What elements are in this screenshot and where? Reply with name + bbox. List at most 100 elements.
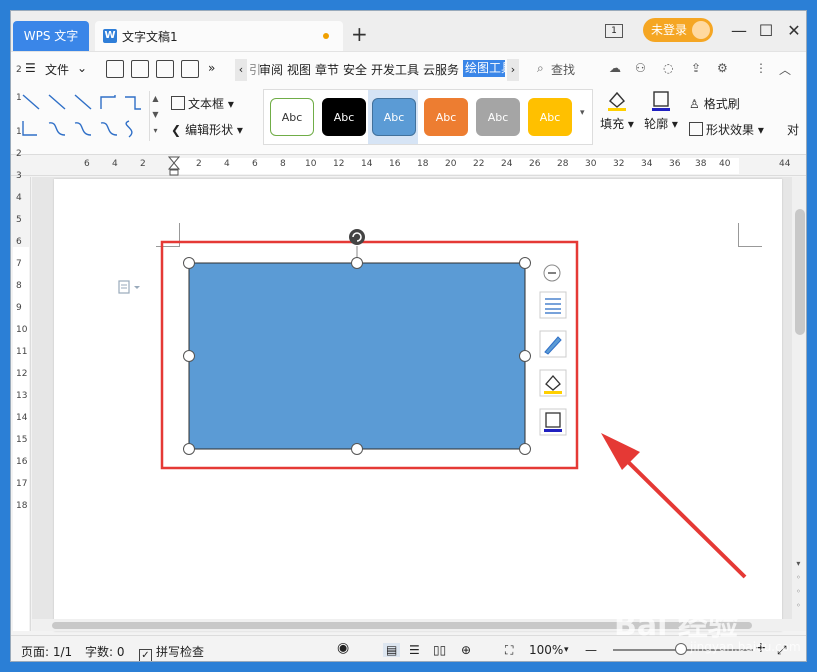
shape-effect-button[interactable]: 形状效果 ▾ xyxy=(689,121,764,138)
textbox-icon xyxy=(171,96,185,110)
file-dropdown-icon[interactable]: ⌄ xyxy=(77,61,87,75)
outline-view-icon[interactable]: ☰ xyxy=(409,643,420,657)
vertical-scroll-thumb[interactable] xyxy=(795,209,805,335)
zoom-level[interactable]: 100% xyxy=(529,643,563,657)
word-count[interactable]: 字数: 0 xyxy=(85,643,125,660)
baidu-jingyan-watermark: Bai 经验 jingyan.baidu.com xyxy=(614,600,804,660)
elbow-double-arrow-shape[interactable] xyxy=(22,121,37,136)
print-icon[interactable] xyxy=(156,60,174,78)
more-menu-icon[interactable]: ⋮ xyxy=(755,61,767,75)
more-quick-access[interactable]: » xyxy=(208,61,215,75)
ruler-tick-label: 18 xyxy=(417,159,429,169)
menu-chapter[interactable]: 章节 xyxy=(315,61,339,78)
collapse-ribbon-icon[interactable]: ︿ xyxy=(779,61,791,78)
format-painter-button[interactable]: ♙ 格式刷 xyxy=(689,95,740,112)
zoom-dropdown-icon[interactable]: ▾ xyxy=(564,645,569,655)
elbow-arrow-shape[interactable] xyxy=(125,96,141,110)
maximize-button[interactable]: ☐ xyxy=(756,21,776,41)
unsaved-dot-icon xyxy=(323,33,329,39)
close-button[interactable]: ✕ xyxy=(784,21,804,41)
vruler-tick-label: 5 xyxy=(16,215,22,225)
curved-double-arrow-shape[interactable] xyxy=(100,122,118,136)
settings-gear-icon[interactable]: ⚙ xyxy=(717,61,728,75)
line-shape[interactable] xyxy=(22,94,40,110)
menu-view[interactable]: 视图 xyxy=(287,61,311,78)
vruler-tick-label: 15 xyxy=(16,435,28,445)
styles-expand-icon[interactable]: ▾ xyxy=(580,108,585,118)
ruler-tick-label: 14 xyxy=(361,159,373,169)
menu-developer[interactable]: 开发工具 xyxy=(371,61,419,78)
fill-button[interactable]: 填充 ▾ xyxy=(597,89,637,132)
new-tab-button[interactable]: + xyxy=(351,24,368,44)
style-preset-2[interactable]: Abc xyxy=(322,98,366,136)
eye-protection-icon[interactable]: ◉ xyxy=(337,640,349,656)
zoom-out-button[interactable]: — xyxy=(585,643,597,657)
outline-label: 轮廓 xyxy=(644,117,669,131)
vertical-scrollbar[interactable]: ▾ ◦ ◦ ◦ xyxy=(792,177,806,631)
menu-review[interactable]: 审阅 xyxy=(259,61,283,78)
reading-view-icon[interactable]: ▯▯ xyxy=(433,643,446,657)
style-preset-1[interactable]: Abc xyxy=(270,98,314,136)
edit-shape-button[interactable]: ❮ 编辑形状 ▾ xyxy=(171,121,243,138)
page-view-icon[interactable]: ▤ xyxy=(383,643,401,657)
curved-connector-shape[interactable] xyxy=(48,122,66,136)
outline-icon xyxy=(652,91,670,111)
style-preset-6[interactable]: Abc xyxy=(528,98,572,136)
menu-scroll-right[interactable]: › xyxy=(507,59,519,81)
fit-page-icon[interactable]: ⛶ xyxy=(505,643,513,658)
login-button[interactable]: 未登录 xyxy=(643,18,713,42)
menu-cloud[interactable]: 云服务 xyxy=(423,61,459,78)
search-label[interactable]: 查找 xyxy=(551,61,575,78)
minimize-button[interactable]: — xyxy=(729,21,749,41)
print-preview-icon[interactable] xyxy=(181,60,199,78)
ruler-tick-label: 16 xyxy=(389,159,401,169)
curved-arrow-shape[interactable] xyxy=(74,122,92,136)
elbow-connector-shape[interactable] xyxy=(100,95,116,109)
menu-bar: ☰ 文件 ⌄ » ‹ 引 审阅 视图 章节 安全 开发工具 云服务 绘图工具 ›… xyxy=(11,51,806,85)
document-page[interactable] xyxy=(54,179,782,631)
menu-drawing-tools[interactable]: 绘图工具 xyxy=(463,60,505,77)
line-shapes-gallery[interactable] xyxy=(19,91,155,141)
search-icon[interactable]: ⌕ xyxy=(537,61,544,76)
tab-wps-home[interactable]: WPS 文字 xyxy=(13,21,89,51)
indent-marker-icon[interactable] xyxy=(168,156,180,176)
format-painter-label: 格式刷 xyxy=(703,97,740,111)
tab-document[interactable]: W 文字文稿1 xyxy=(95,21,343,51)
share-user-icon[interactable]: ⚇ xyxy=(635,61,646,75)
spell-check-label: 拼写检查 xyxy=(156,645,205,659)
menu-scroll-left[interactable]: ‹ xyxy=(235,59,247,81)
style-preset-3[interactable]: Abc xyxy=(372,98,416,136)
vertical-ruler[interactable]: 2 1 1 2 3 4 5 6 7 8 9 10 11 12 13 14 15 16 17 18 xyxy=(11,65,31,631)
book-icon[interactable]: 1 xyxy=(605,19,625,43)
freeform-scribble-shape[interactable] xyxy=(125,120,133,138)
textbox-label: 文本框 xyxy=(188,97,225,111)
book-icon-count: 1 xyxy=(605,24,623,38)
vruler-tick-label: 13 xyxy=(16,391,28,401)
page-count[interactable]: 页面: 1/1 xyxy=(21,643,72,660)
export-pdf-icon[interactable] xyxy=(131,60,149,78)
textbox-button[interactable]: 文本框 ▾ xyxy=(171,95,234,112)
login-label: 未登录 xyxy=(651,23,688,37)
arrow-line-shape[interactable] xyxy=(48,94,66,110)
spell-check-button[interactable]: ✓ 拼写检查 xyxy=(139,643,205,661)
outline-button[interactable]: 轮廓 ▾ xyxy=(641,89,681,132)
paragraph-layout-icon[interactable] xyxy=(118,279,144,295)
style-preset-4[interactable]: Abc xyxy=(424,98,468,136)
hamburger-icon[interactable]: ☰ xyxy=(25,61,36,75)
document-canvas[interactable] xyxy=(32,177,792,631)
save-icon[interactable] xyxy=(106,60,124,78)
shapes-gallery-scroll[interactable]: ▲ ▼ ▾ xyxy=(149,91,161,141)
comment-icon[interactable]: ◌ xyxy=(663,61,673,75)
web-view-icon[interactable]: ⊕ xyxy=(461,643,471,657)
style-preset-5[interactable]: Abc xyxy=(476,98,520,136)
ruler-tick-label: 30 xyxy=(585,159,597,169)
ruler-tick-label: 6 xyxy=(252,159,258,169)
cloud-sync-icon[interactable]: ☁ xyxy=(609,61,621,75)
horizontal-ruler[interactable]: 6 4 2 2 4 6 8 10 12 14 16 18 20 22 24 26 28 30 32 34 36 38 40 4… xyxy=(11,156,806,176)
menu-security[interactable]: 安全 xyxy=(343,61,367,78)
align-partial-button[interactable]: 对 xyxy=(787,121,799,138)
share-icon[interactable]: ⇪ xyxy=(691,61,701,75)
menu-file[interactable]: 文件 xyxy=(45,61,69,78)
double-arrow-line-shape[interactable] xyxy=(74,94,92,110)
vruler-tick-label: 12 xyxy=(16,369,28,379)
